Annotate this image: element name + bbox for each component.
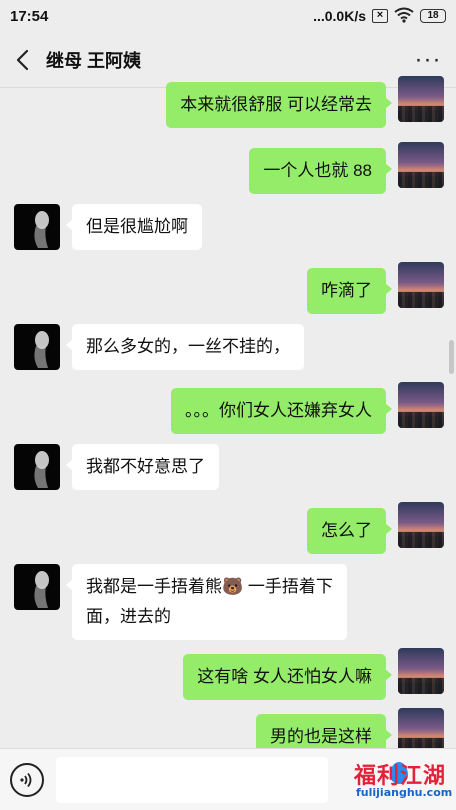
- chat-screen: 17:54 ...0.0K/s × 18 继母 王阿姨 ··· 本来就很舒服 可…: [0, 0, 456, 810]
- voice-button[interactable]: [10, 763, 44, 797]
- message-bubble-them[interactable]: 我都是一手捂着熊🐻 一手捂着下 面，进去的: [66, 564, 347, 640]
- chat-header: 继母 王阿姨 ···: [0, 32, 456, 88]
- avatar-contact[interactable]: [14, 564, 60, 610]
- avatar-me[interactable]: [398, 76, 444, 122]
- message-bubble-me[interactable]: 。。。你们女人还嫌弃女人: [171, 388, 392, 434]
- message-bubble-them[interactable]: 但是很尴尬啊: [66, 204, 202, 250]
- wifi-icon: [394, 7, 414, 26]
- message-bubble-me[interactable]: 咋滴了: [307, 268, 392, 314]
- scrollbar[interactable]: [449, 340, 454, 374]
- avatar-me[interactable]: [398, 382, 444, 428]
- voice-icon: [20, 772, 32, 788]
- message-bubble-me[interactable]: 本来就很舒服 可以经常去: [166, 82, 392, 128]
- avatar-me[interactable]: [398, 142, 444, 188]
- avatar-contact[interactable]: [14, 444, 60, 490]
- avatar-contact[interactable]: [14, 204, 60, 250]
- message-bubble-me[interactable]: 一个人也就 88: [249, 148, 392, 194]
- message-list[interactable]: 本来就很舒服 可以经常去 一个人也就 88 但是很尴尬啊 咋滴了 那么多女的，一…: [0, 76, 456, 760]
- avatar-me[interactable]: [398, 648, 444, 694]
- message-bubble-me[interactable]: 怎么了: [307, 508, 392, 554]
- avatar-me[interactable]: [398, 262, 444, 308]
- watermark: 福利江湖 fulijianghu.com: [350, 756, 454, 808]
- back-arrow-icon: [16, 49, 29, 70]
- more-dots-icon: ···: [414, 46, 442, 73]
- network-speed: ...0.0K/s: [313, 8, 366, 24]
- message-bubble-me[interactable]: 这有啥 女人还怕女人嘛: [183, 654, 392, 700]
- message-text-line: 面，进去的: [86, 607, 171, 626]
- watermark-url: fulijianghu.com: [356, 786, 453, 799]
- more-button[interactable]: ···: [410, 42, 446, 78]
- avatar-contact[interactable]: [14, 324, 60, 370]
- message-bubble-them[interactable]: 我都不好意思了: [66, 444, 219, 490]
- no-sim-icon: ×: [372, 9, 388, 23]
- status-indicators: ...0.0K/s × 18: [313, 7, 446, 26]
- message-input[interactable]: [56, 757, 328, 803]
- message-text-line: 我都是一手捂着熊🐻 一手捂着下: [86, 577, 333, 596]
- status-time: 17:54: [10, 7, 49, 25]
- message-bubble-them[interactable]: 那么多女的，一丝不挂的，: [66, 324, 304, 370]
- back-button[interactable]: [2, 32, 44, 88]
- battery-icon: 18: [420, 9, 446, 23]
- avatar-me[interactable]: [398, 502, 444, 548]
- chat-title: 继母 王阿姨: [46, 50, 142, 71]
- status-bar: 17:54 ...0.0K/s × 18: [0, 0, 456, 32]
